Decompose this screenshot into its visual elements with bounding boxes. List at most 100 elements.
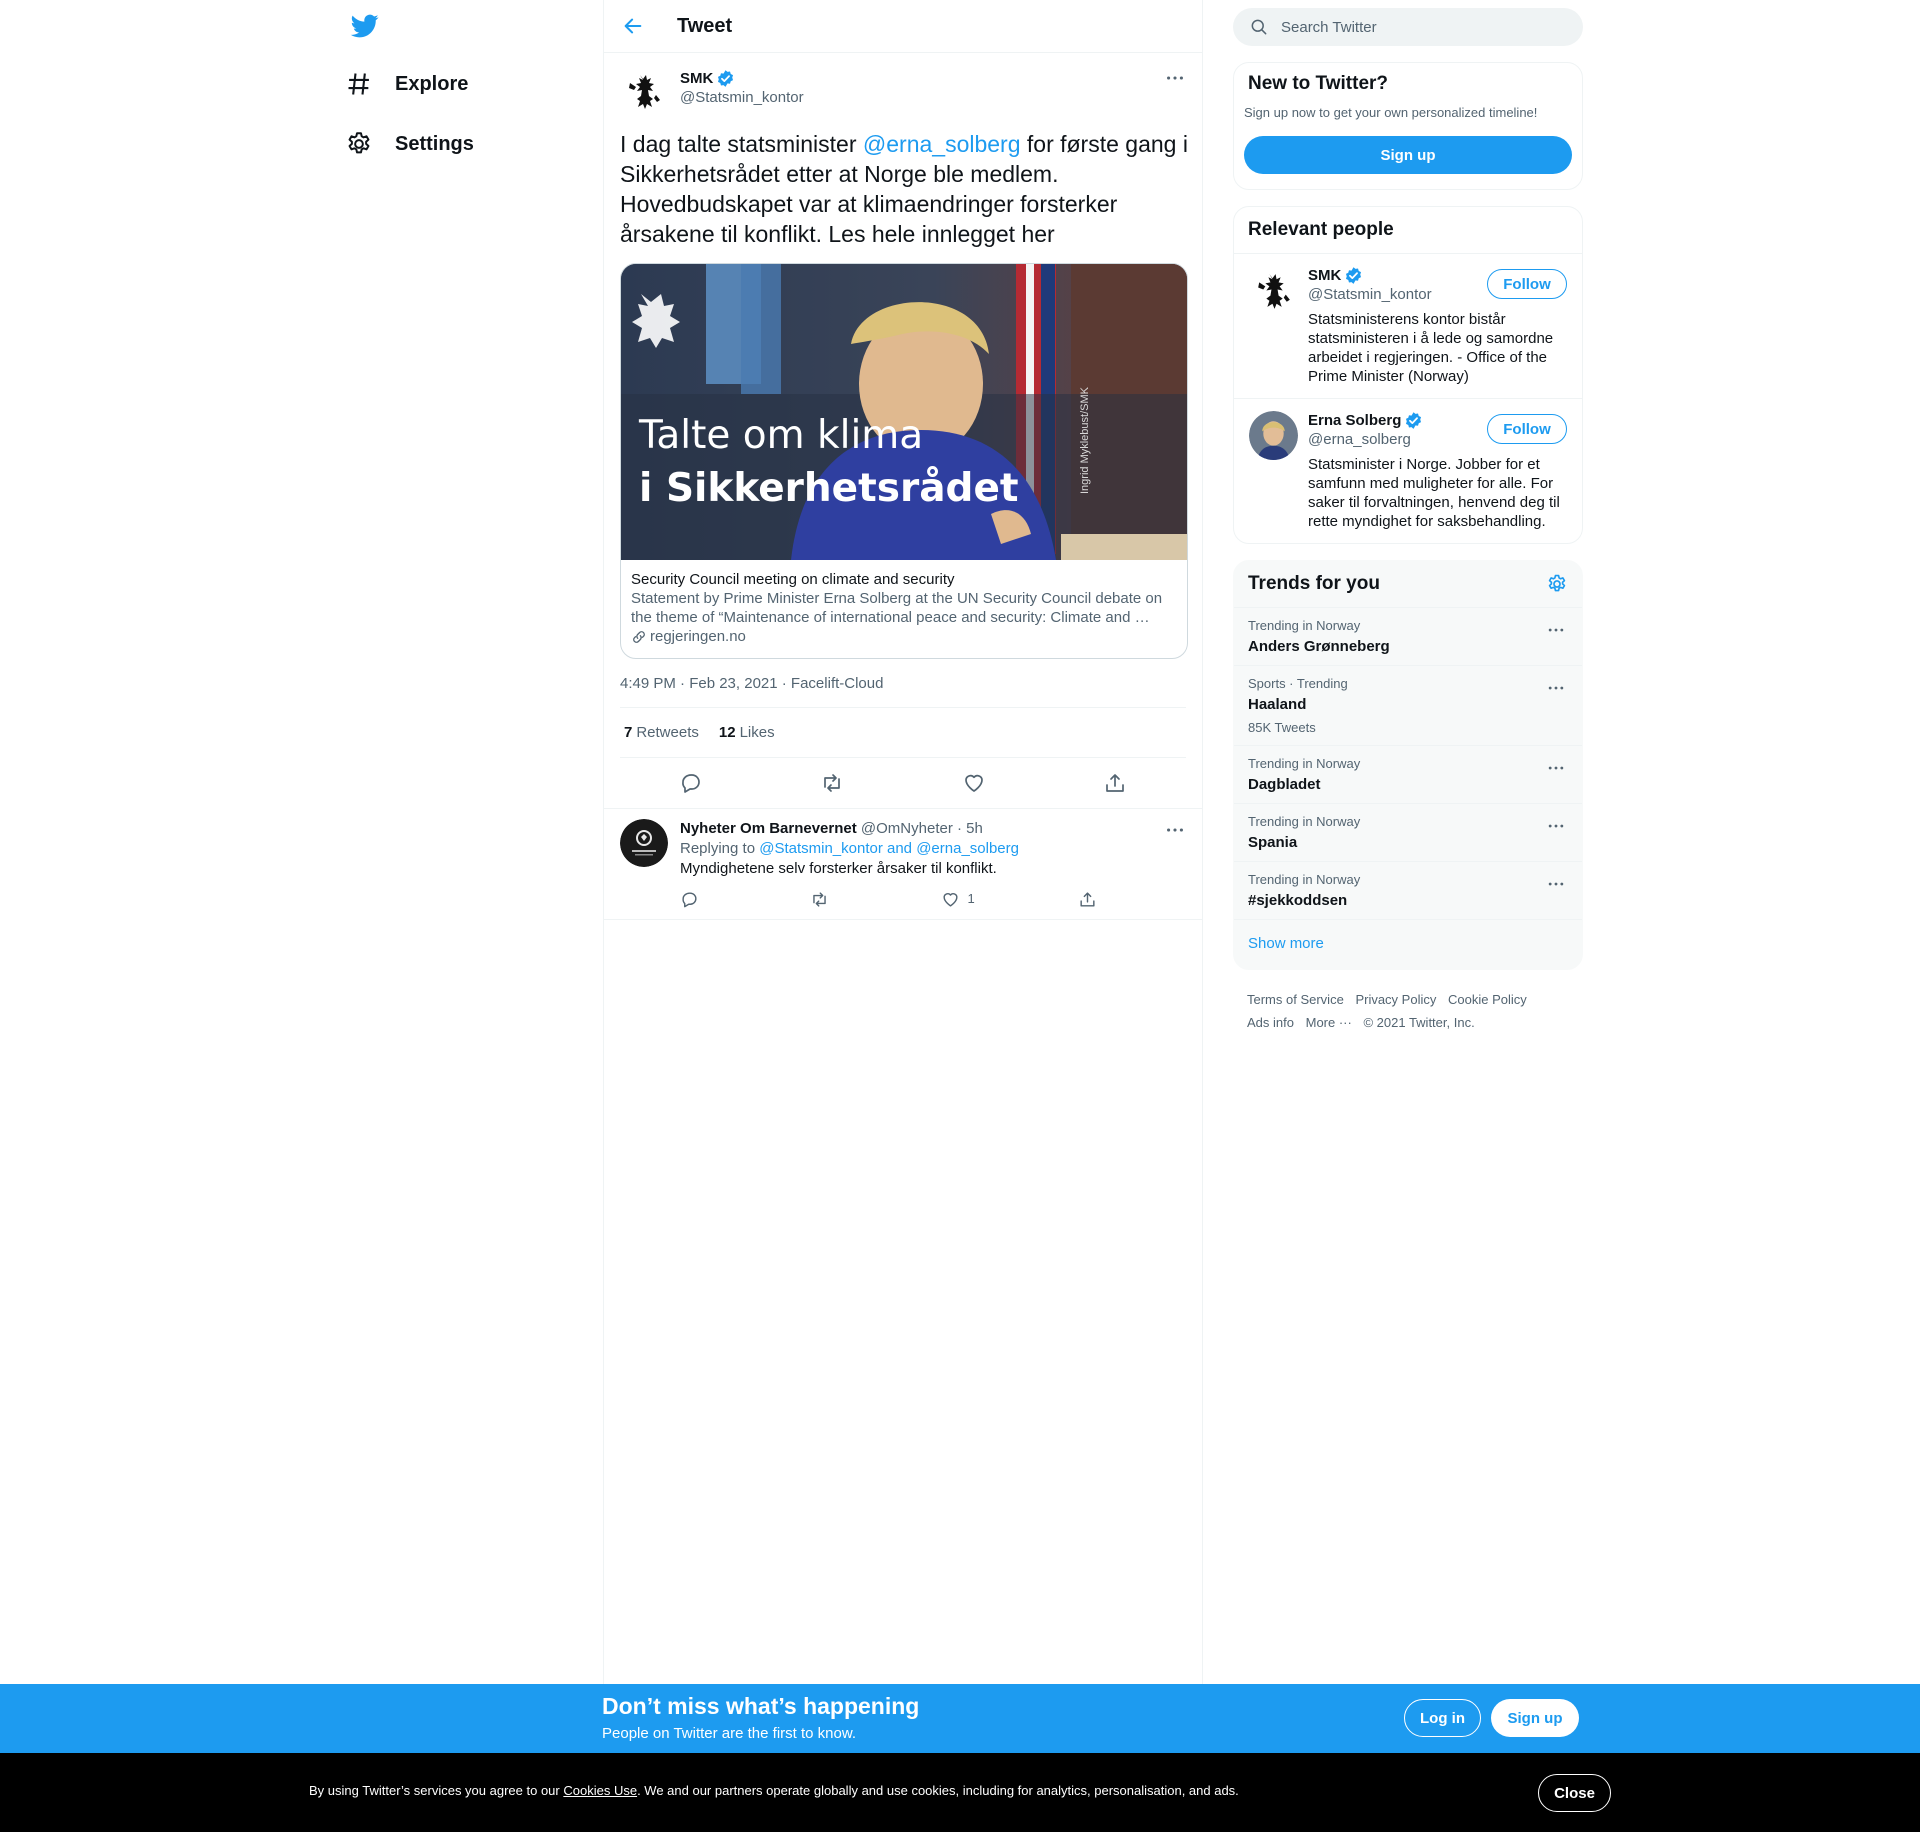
card-title: Security Council meeting on climate and … xyxy=(631,571,955,588)
trend-name: Anders Grønneberg xyxy=(1248,638,1390,655)
retweets-stat[interactable]: 7 Retweets xyxy=(624,724,699,741)
author-handle[interactable]: @Statsmin_kontor xyxy=(680,89,804,106)
trend-item[interactable]: Sports · Trending Haaland 85K Tweets xyxy=(1234,666,1582,746)
reply-body: Nyheter Om Barnevernet @OmNyheter · 5h R… xyxy=(680,819,1184,911)
bottom-bar-title: Don’t miss what’s happening xyxy=(602,1693,920,1719)
like-icon[interactable] xyxy=(962,771,986,795)
follow-button-erna-solberg[interactable]: Follow xyxy=(1487,414,1567,444)
card-image-caption-line1: Talte om klima xyxy=(639,413,924,458)
privacy-link[interactable]: Privacy Policy xyxy=(1355,992,1436,1007)
trends-title: Trends for you xyxy=(1234,561,1582,608)
card-image-credit: Ingrid Myklebust/SMK xyxy=(1079,387,1091,494)
person-name[interactable]: Erna Solberg xyxy=(1308,412,1401,429)
more-options-icon[interactable] xyxy=(1546,758,1566,778)
more-options-icon[interactable] xyxy=(1546,678,1566,698)
new-to-twitter-title: New to Twitter? xyxy=(1248,73,1389,94)
nav-item-explore[interactable]: Explore xyxy=(345,60,468,108)
reply-author-handle[interactable]: @OmNyheter xyxy=(861,820,953,837)
card-image-caption-line2: i Sikkerhetsrådet xyxy=(639,466,1019,511)
reply-time[interactable]: · 5h xyxy=(957,820,983,837)
link-card[interactable]: Talte om klima i Sikkerhetsrådet Ingrid … xyxy=(620,263,1188,659)
more-options-icon[interactable] xyxy=(1546,620,1566,640)
retweets-count: 7 xyxy=(624,724,633,741)
tweet-author: SMK @Statsmin_kontor xyxy=(620,67,1186,117)
search-box[interactable] xyxy=(1233,8,1583,46)
terms-link[interactable]: Terms of Service xyxy=(1247,992,1344,1007)
reply-retweet-button[interactable] xyxy=(810,890,837,909)
nav-label-explore: Explore xyxy=(395,72,469,95)
trend-item[interactable]: Trending in Norway Spania xyxy=(1234,804,1582,862)
trend-name: Spania xyxy=(1248,834,1298,851)
more-link[interactable]: More ··· xyxy=(1306,1015,1352,1030)
avatar-erna-solberg[interactable] xyxy=(1249,411,1298,460)
reply-like-count: 1 xyxy=(967,891,975,906)
share-icon[interactable] xyxy=(1103,771,1127,795)
follow-button-smk[interactable]: Follow xyxy=(1487,269,1567,299)
reply-like-button[interactable]: 1 xyxy=(941,889,975,909)
ads-info-link[interactable]: Ads info xyxy=(1247,1015,1294,1030)
bottom-signup-button[interactable]: Sign up xyxy=(1491,1699,1579,1737)
gear-icon xyxy=(345,130,373,158)
tweet-timestamp[interactable]: 4:49 PM · Feb 23, 2021 · Facelift-Cloud xyxy=(620,675,1186,708)
verified-badge-icon xyxy=(1344,266,1363,285)
person-erna-solberg[interactable]: Erna Solberg @erna_solberg Statsminister… xyxy=(1234,399,1582,543)
card-image: Talte om klima i Sikkerhetsrådet Ingrid … xyxy=(621,264,1187,560)
tweet-mention-link[interactable]: @erna_solberg xyxy=(863,131,1021,157)
reply-share-button[interactable] xyxy=(1078,890,1105,909)
more-options-icon[interactable] xyxy=(1164,67,1186,89)
cookie-text-part: . We and our partners operate globally a… xyxy=(637,1783,1239,1798)
signup-button[interactable]: Sign up xyxy=(1244,136,1572,174)
link-icon xyxy=(631,629,647,645)
reply-icon[interactable] xyxy=(679,771,703,795)
footer-links: Terms of Service Privacy Policy Cookie P… xyxy=(1233,970,1583,1052)
trend-context: Trending in Norway xyxy=(1248,872,1361,887)
likes-stat[interactable]: 12 Likes xyxy=(719,724,775,741)
reply-more-options-icon[interactable] xyxy=(1164,819,1186,841)
card-domain-text: regjeringen.no xyxy=(650,628,746,645)
trend-item[interactable]: Trending in Norway #sjekkoddsen xyxy=(1234,862,1582,920)
copyright: © 2021 Twitter, Inc. xyxy=(1363,1015,1475,1030)
trend-item[interactable]: Trending in Norway Dagbladet xyxy=(1234,746,1582,804)
likes-count: 12 xyxy=(718,724,736,741)
search-icon xyxy=(1249,17,1269,37)
bottom-signup-bar: Don’t miss what’s happening People on Tw… xyxy=(0,1684,1920,1753)
bottom-bar-subtitle: People on Twitter are the first to know. xyxy=(602,1725,857,1742)
reply-reply-button[interactable] xyxy=(680,890,707,909)
page-title: Tweet xyxy=(677,14,733,37)
trend-count: 85K Tweets xyxy=(1248,720,1316,735)
nav-item-settings[interactable]: Settings xyxy=(345,120,474,168)
back-arrow-icon[interactable] xyxy=(622,15,644,37)
trends-panel: Trends for you Trending in Norway Anders… xyxy=(1233,560,1583,970)
cookie-close-button[interactable]: Close xyxy=(1538,1774,1611,1812)
person-bio: Statsministerens kontor bistår statsmini… xyxy=(1308,311,1554,385)
trend-name: Haaland xyxy=(1248,696,1307,713)
more-options-icon[interactable] xyxy=(1546,816,1566,836)
replying-to-links[interactable]: @Statsmin_kontor and @erna_solberg xyxy=(759,840,1019,857)
retweet-icon[interactable] xyxy=(820,771,844,795)
show-more-link[interactable]: Show more xyxy=(1234,920,1582,969)
tweet-actions xyxy=(620,758,1186,808)
login-button[interactable]: Log in xyxy=(1404,1699,1481,1737)
nav-label-settings: Settings xyxy=(395,132,474,155)
reply-tweet[interactable]: Nyheter Om Barnevernet @OmNyheter · 5h R… xyxy=(604,808,1202,920)
twitter-logo-icon[interactable] xyxy=(349,12,381,40)
verified-badge-icon xyxy=(1404,411,1423,430)
cookie-banner: By using Twitter’s services you agree to… xyxy=(0,1753,1920,1832)
author-name[interactable]: SMK xyxy=(680,70,713,87)
more-options-icon[interactable] xyxy=(1546,874,1566,894)
cookie-policy-link[interactable]: Cookie Policy xyxy=(1448,992,1527,1007)
search-input[interactable] xyxy=(1281,18,1561,36)
person-smk[interactable]: SMK @Statsmin_kontor Statsministerens ko… xyxy=(1234,254,1582,399)
person-name[interactable]: SMK xyxy=(1308,267,1341,284)
trend-item[interactable]: Trending in Norway Anders Grønneberg xyxy=(1234,608,1582,666)
avatar-smk[interactable] xyxy=(620,67,668,115)
trend-context: Trending in Norway xyxy=(1248,618,1361,633)
avatar-smk[interactable] xyxy=(1249,266,1298,315)
reply-author-name[interactable]: Nyheter Om Barnevernet xyxy=(680,820,857,837)
new-to-twitter-panel: New to Twitter? Sign up now to get your … xyxy=(1233,62,1583,190)
avatar-omnyheter[interactable] xyxy=(620,819,668,867)
cookie-text: By using Twitter’s services you agree to… xyxy=(309,1783,1239,1798)
trends-title-text: Trends for you xyxy=(1248,573,1380,594)
gear-icon[interactable] xyxy=(1546,573,1568,595)
cookies-use-link[interactable]: Cookies Use xyxy=(563,1783,637,1798)
